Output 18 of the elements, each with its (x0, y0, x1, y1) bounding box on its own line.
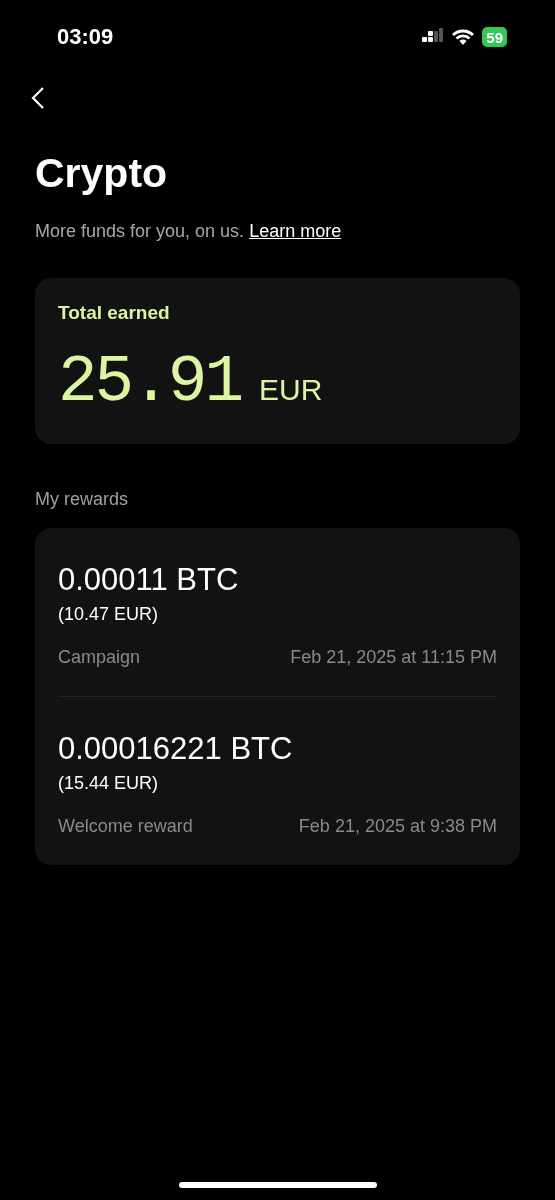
reward-date: Feb 21, 2025 at 11:15 PM (290, 647, 497, 668)
currency-label: EUR (259, 373, 323, 407)
status-time: 03:09 (57, 24, 114, 50)
reward-amount: 0.00016221 BTC (58, 731, 294, 767)
section-heading: My rewards (35, 489, 129, 510)
reward-fiat-value: (10.47 EUR) (58, 604, 160, 625)
reward-source: Welcome reward (58, 816, 193, 837)
learn-more-link[interactable]: Learn more (249, 221, 342, 241)
battery-level: 59 (482, 27, 507, 47)
total-amount: 25.91 (58, 350, 242, 416)
reward-amount: 0.00011 BTC (58, 562, 240, 598)
reward-date: Feb 21, 2025 at 9:38 PM (298, 816, 497, 837)
total-label: Total earned (58, 302, 171, 324)
wifi-icon (452, 29, 475, 45)
subtitle: More funds for you, on us. Learn more (35, 221, 343, 242)
page-title: Crypto (35, 150, 169, 197)
reward-fiat-value: (15.44 EUR) (58, 773, 160, 794)
reward-source: Campaign (58, 647, 141, 668)
